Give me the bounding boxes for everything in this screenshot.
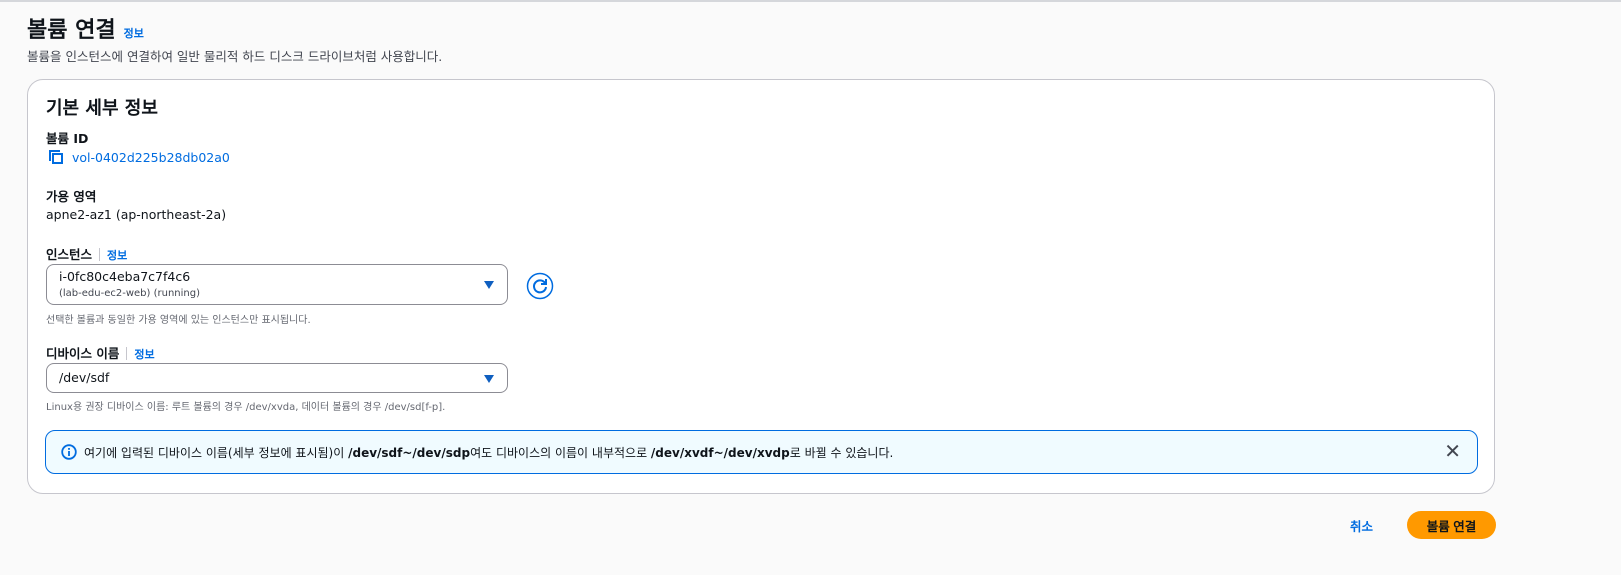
cancel-button[interactable]: 취소: [1350, 516, 1373, 535]
caret-down-icon: [484, 375, 494, 383]
instance-info-link[interactable]: 정보: [107, 249, 127, 262]
page-title: 볼륨 연결: [27, 18, 116, 43]
page-header: 볼륨 연결 정보: [27, 12, 144, 44]
volume-id-label: 볼륨 ID: [46, 131, 89, 146]
device-label-row: 디바이스 이름 정보: [46, 343, 155, 362]
instance-value: i-0fc80c4eba7c7f4c6: [59, 269, 191, 284]
device-hint: Linux용 권장 디바이스 이름: 루트 볼륨의 경우 /dev/xvda, …: [46, 402, 446, 413]
instance-label-row: 인스턴스 정보: [46, 244, 127, 263]
details-heading: 기본 세부 정보: [46, 98, 158, 119]
page-description: 볼륨을 인스턴스에 연결하여 일반 물리적 하드 디스크 드라이브처럼 사용합니…: [27, 49, 443, 64]
info-alert: 여기에 입력된 디바이스 이름(세부 정보에 표시됨)이 /dev/sdf~/d…: [45, 430, 1478, 474]
caret-down-icon: [484, 281, 494, 289]
refresh-button[interactable]: [526, 272, 554, 304]
alert-message: 여기에 입력된 디바이스 이름(세부 정보에 표시됨)이 /dev/sdf~/d…: [84, 446, 894, 460]
volume-id-link[interactable]: vol-0402d225b28db02a0: [72, 150, 230, 165]
copy-icon[interactable]: [48, 149, 64, 165]
device-label: 디바이스 이름: [46, 346, 120, 361]
page-info-link[interactable]: 정보: [124, 25, 144, 41]
info-icon: [61, 444, 77, 460]
az-label: 가용 영역: [46, 189, 97, 204]
device-value: /dev/sdf: [59, 370, 110, 385]
device-select[interactable]: /dev/sdf: [46, 363, 508, 393]
attach-volume-button[interactable]: 볼륨 연결: [1407, 511, 1496, 539]
close-icon[interactable]: ✕: [1444, 439, 1461, 463]
instance-select[interactable]: i-0fc80c4eba7c7f4c6 (lab-edu-ec2-web) (r…: [46, 264, 508, 305]
instance-label: 인스턴스: [46, 247, 93, 262]
instance-sub: (lab-edu-ec2-web) (running): [59, 288, 200, 299]
refresh-icon: [526, 272, 554, 300]
instance-hint: 선택한 볼륨과 동일한 가용 영역에 있는 인스턴스만 표시됩니다.: [46, 315, 311, 326]
az-value: apne2-az1 (ap-northeast-2a): [46, 207, 227, 222]
device-info-link[interactable]: 정보: [134, 348, 154, 361]
